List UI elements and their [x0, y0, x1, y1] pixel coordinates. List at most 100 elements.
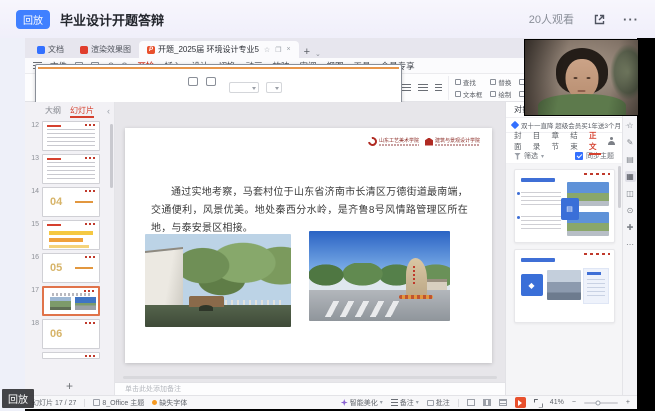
filter-row: 筛选 ▾ 同步主题 [506, 149, 622, 164]
slideshow-play-button[interactable] [515, 397, 526, 408]
template-icon-tile: ◆ [521, 274, 543, 296]
notes-button[interactable]: 备注▾ [391, 398, 419, 408]
slide-thumb-12[interactable]: 12 [28, 121, 114, 151]
add-panel-icon[interactable]: ✚ [625, 222, 636, 233]
pdf-file-icon [80, 46, 88, 54]
missing-font-warning[interactable]: 缺失字体 [152, 398, 187, 408]
comment-icon [427, 400, 434, 406]
fullscreen-icon[interactable] [534, 399, 542, 407]
thumbnail-scrollbar[interactable] [110, 124, 113, 188]
tab-body-text[interactable]: 正文 [589, 130, 601, 152]
slide-sorter-view-icon[interactable] [483, 399, 491, 406]
font-size-select[interactable] [266, 82, 282, 93]
slide-thumb-15[interactable]: 15 [28, 220, 114, 250]
slide-thumb-17-selected[interactable]: 17 [28, 286, 114, 316]
street-photo[interactable] [309, 231, 450, 321]
new-slide-button[interactable]: 新建幻灯片 [147, 83, 180, 93]
thumbnail-panel-header: 大纲 幻灯片 ‹ [25, 102, 114, 119]
video-player[interactable]: 文档 渲染效果图 P 开题_2025届 环境设计专业5 ☆ ❐ × + ⌄ [25, 38, 655, 411]
stone-bridge [189, 296, 224, 306]
university-logo: 山东工艺美术学院 [368, 137, 419, 146]
share-icon[interactable] [592, 12, 607, 27]
tab-list-caret-icon[interactable]: ⌄ [315, 50, 321, 58]
align-center-icon[interactable] [402, 84, 411, 91]
horizontal-scrollbar[interactable] [123, 376, 497, 379]
replay-watermark: 回放 [2, 389, 34, 408]
page-title: 毕业设计开题答辩 [60, 10, 164, 29]
side-toolbar: ☆ ✎ ▤ ▦ ◫ ⊙ ✚ ⋯ [622, 102, 637, 395]
warning-dot-icon [152, 400, 157, 405]
flower-bed [399, 295, 433, 300]
white-wall [145, 247, 183, 309]
slides-tab[interactable]: 幻灯片 [70, 105, 94, 116]
find-icon [455, 79, 461, 85]
tab-star-icon[interactable]: ☆ [264, 46, 270, 54]
normal-view-icon[interactable] [467, 399, 475, 406]
sparkle-icon [341, 399, 348, 406]
layout-icon [188, 77, 198, 86]
canal-photo[interactable] [145, 234, 291, 327]
filter-button[interactable]: 筛选 [524, 151, 538, 161]
theme-indicator[interactable]: 8_Office 主题 [93, 398, 144, 408]
collapse-panel-icon[interactable]: ‹ [107, 106, 110, 116]
edit-icon[interactable]: ✎ [625, 137, 636, 148]
tab-render-doc[interactable]: 渲染效果图 [72, 41, 139, 58]
slide-thumb-16[interactable]: 16 05 [28, 253, 114, 283]
font-family-select[interactable] [229, 82, 259, 93]
find-button[interactable]: 查找 [455, 77, 483, 87]
add-slide-button[interactable]: + [25, 377, 114, 395]
panel-scrollbar[interactable] [618, 166, 621, 208]
slide-thumb-19-partial[interactable] [28, 352, 114, 359]
template-tabs: 封面 目录 章节 结束 正文 [506, 133, 622, 149]
status-bar: 幻灯片 17 / 27 8_Office 主题 缺失字体 智能美化▾ 备注▾ 批… [25, 395, 637, 409]
slide-thumb-14[interactable]: 14 04 [28, 187, 114, 217]
draw-icon [490, 91, 496, 97]
zoom-in-button[interactable]: + [626, 399, 630, 406]
zoom-slider-knob[interactable] [595, 400, 600, 405]
viewer-count: 20人观看 [529, 11, 574, 27]
textbox-icon [455, 91, 461, 97]
draw-button[interactable]: 绘制 [490, 89, 511, 99]
replace-button[interactable]: 替换 [490, 77, 511, 87]
current-slide[interactable]: 山东工艺美术学院 建筑与景观设计学院 通过实地考察，马套村位于山东省济南市长清区… [125, 128, 492, 363]
template-list: ▤ ◆ [506, 164, 622, 395]
notes-panel-icon[interactable]: ▤ [625, 154, 636, 165]
zoom-out-button[interactable]: − [572, 399, 576, 406]
slide-thumb-13[interactable]: 13 [28, 154, 114, 184]
smart-beautify-button[interactable]: 智能美化▾ [341, 398, 383, 408]
tab-float-icon[interactable]: ❐ [275, 46, 281, 54]
notes-icon [391, 399, 398, 406]
crosswalk [324, 301, 406, 317]
checkbox-checked-icon [575, 152, 583, 160]
tab-close-icon[interactable]: × [286, 46, 290, 53]
templates-panel-icon[interactable]: ▦ [625, 171, 636, 182]
template-card-1[interactable]: ▤ [514, 169, 615, 243]
college-logo-icon [425, 138, 433, 146]
notes-bar[interactable]: 单击此处添加备注 [115, 382, 505, 395]
slide-thumb-18[interactable]: 18 06 [28, 319, 114, 349]
outline-tab[interactable]: 大纲 [45, 105, 61, 116]
layout-panel-icon[interactable]: ◫ [625, 188, 636, 199]
slides-group: 新建幻灯片 版式 节 [141, 76, 224, 100]
more-options-icon[interactable]: ··· [623, 12, 639, 27]
tab-home[interactable]: 文档 [29, 41, 72, 58]
template-card-2[interactable]: ◆ [514, 249, 615, 323]
slide-paragraph[interactable]: 通过实地考察，马套村位于山东省济南市长清区万德街道最南端，交通便利，风景优美。地… [151, 184, 468, 238]
canal-water [145, 305, 291, 327]
designer-icon[interactable] [608, 137, 614, 145]
ppt-file-icon: P [147, 46, 155, 54]
align-right-icon[interactable] [418, 84, 428, 91]
line-spacing-icon[interactable] [435, 84, 442, 91]
wps-body: 大纲 幻灯片 ‹ 12 13 14 [25, 102, 637, 395]
reading-view-icon[interactable] [499, 399, 507, 406]
new-tab-button[interactable]: + [299, 46, 315, 58]
college-logo: 建筑与景观设计学院 [425, 138, 480, 146]
help-icon[interactable]: ⊙ [625, 205, 636, 216]
textbox-button[interactable]: 文本框 [455, 89, 483, 99]
comments-button[interactable]: 批注 [427, 398, 450, 408]
more-panels-icon[interactable]: ⋯ [625, 239, 636, 250]
zoom-slider[interactable] [584, 402, 618, 404]
tab-active-presentation[interactable]: P 开题_2025届 环境设计专业5 ☆ ❐ × [139, 41, 299, 58]
filter-caret-icon: ▾ [541, 153, 544, 160]
presenter-webcam [525, 40, 638, 115]
